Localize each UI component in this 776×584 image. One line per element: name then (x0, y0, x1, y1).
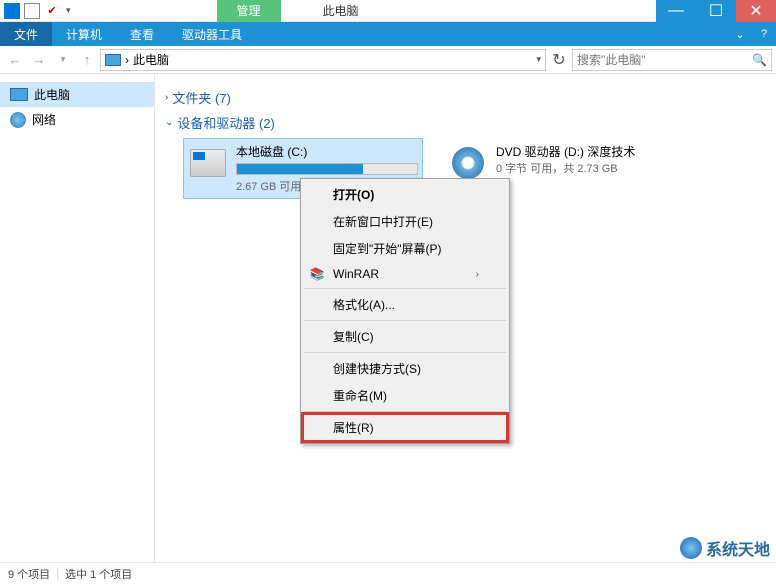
globe-icon (680, 537, 702, 559)
title-bar: ✔ ▾ 管理 此电脑 — ☐ ✕ (0, 0, 776, 22)
tab-view[interactable]: 查看 (116, 22, 168, 46)
drive-usage-bar (236, 163, 418, 175)
section-devices[interactable]: ⌄ 设备和驱动器 (2) (165, 113, 766, 132)
qat-dropdown-icon[interactable]: ▾ (64, 5, 73, 16)
watermark: 系统天地 (680, 536, 770, 560)
dvd-icon (452, 147, 484, 179)
check-icon[interactable]: ✔ (44, 3, 60, 19)
tab-file[interactable]: 文件 (0, 22, 52, 46)
menu-winrar[interactable]: 📚 WinRAR › (303, 262, 507, 286)
menu-properties[interactable]: 属性(R) (303, 414, 507, 441)
search-icon: 🔍 (752, 53, 767, 67)
drive-name: DVD 驱动器 (D:) 深度技术 (496, 143, 678, 160)
menu-separator (304, 352, 506, 353)
menu-separator (304, 288, 506, 289)
menu-open[interactable]: 打开(O) (303, 181, 507, 208)
search-input[interactable]: 搜索"此电脑" 🔍 (572, 49, 772, 71)
tab-manage[interactable]: 管理 (217, 0, 281, 22)
sidebar-item-label: 网络 (32, 111, 56, 128)
tab-computer[interactable]: 计算机 (52, 22, 116, 46)
status-selected-count: 选中 1 个项目 (65, 566, 132, 582)
menu-rename[interactable]: 重命名(M) (303, 382, 507, 409)
menu-separator (304, 411, 506, 412)
menu-pin-start[interactable]: 固定到"开始"屏幕(P) (303, 235, 507, 262)
up-button[interactable]: ↑ (76, 49, 98, 71)
menu-copy[interactable]: 复制(C) (303, 323, 507, 350)
submenu-arrow-icon: › (476, 269, 479, 280)
chevron-down-icon: ⌄ (165, 117, 173, 128)
maximize-button[interactable]: ☐ (696, 0, 736, 22)
pc-icon (10, 88, 28, 101)
section-label: 文件夹 (7) (172, 88, 231, 107)
hdd-icon (190, 149, 226, 177)
help-icon[interactable]: ? (752, 22, 776, 46)
sidebar-item-network[interactable]: 网络 (0, 107, 154, 132)
ribbon-collapse-icon[interactable]: ⌄ (728, 22, 752, 46)
status-divider: | (56, 568, 59, 580)
search-placeholder: 搜索"此电脑" (577, 51, 646, 68)
forward-button[interactable]: → (28, 49, 50, 71)
back-button[interactable]: ← (4, 49, 26, 71)
menu-separator (304, 320, 506, 321)
minimize-button[interactable]: — (656, 0, 696, 22)
status-item-count: 9 个项目 (8, 566, 50, 582)
menu-format[interactable]: 格式化(A)... (303, 291, 507, 318)
chevron-right-icon: › (165, 92, 168, 103)
address-dropdown-icon[interactable]: ▾ (536, 54, 541, 65)
save-icon[interactable] (24, 3, 40, 19)
refresh-button[interactable]: ↻ (548, 50, 570, 70)
window-controls: — ☐ ✕ (656, 0, 776, 22)
window-title: 此电脑 (311, 0, 371, 22)
network-icon (10, 112, 26, 128)
path-text: 此电脑 (133, 51, 169, 68)
address-input[interactable]: › 此电脑 ▾ (100, 49, 546, 71)
winrar-icon: 📚 (309, 266, 325, 282)
sidebar-item-thispc[interactable]: 此电脑 (0, 82, 154, 107)
drive-free-text: 0 字节 可用，共 2.73 GB (496, 160, 678, 176)
address-bar: ← → ▾ ↑ › 此电脑 ▾ ↻ 搜索"此电脑" 🔍 (0, 46, 776, 74)
context-menu: 打开(O) 在新窗口中打开(E) 固定到"开始"屏幕(P) 📚 WinRAR ›… (300, 178, 510, 444)
quick-access-icons: ✔ ▾ (0, 3, 77, 19)
drive-name: 本地磁盘 (C:) (236, 143, 418, 160)
tab-drive-tools[interactable]: 驱动器工具 (168, 22, 256, 46)
app-icon[interactable] (4, 3, 20, 19)
sidebar-item-label: 此电脑 (34, 86, 70, 103)
ribbon-tabs: 文件 计算机 查看 驱动器工具 ⌄ ? (0, 22, 776, 46)
close-button[interactable]: ✕ (736, 0, 776, 22)
path-separator: › (125, 53, 129, 67)
status-bar: 9 个项目 | 选中 1 个项目 (0, 562, 776, 584)
navigation-pane: 此电脑 网络 (0, 74, 155, 562)
pc-icon (105, 54, 121, 66)
menu-open-new-window[interactable]: 在新窗口中打开(E) (303, 208, 507, 235)
menu-create-shortcut[interactable]: 创建快捷方式(S) (303, 355, 507, 382)
section-label: 设备和驱动器 (2) (177, 113, 275, 132)
recent-dropdown[interactable]: ▾ (52, 49, 74, 71)
section-folders[interactable]: › 文件夹 (7) (165, 88, 766, 107)
